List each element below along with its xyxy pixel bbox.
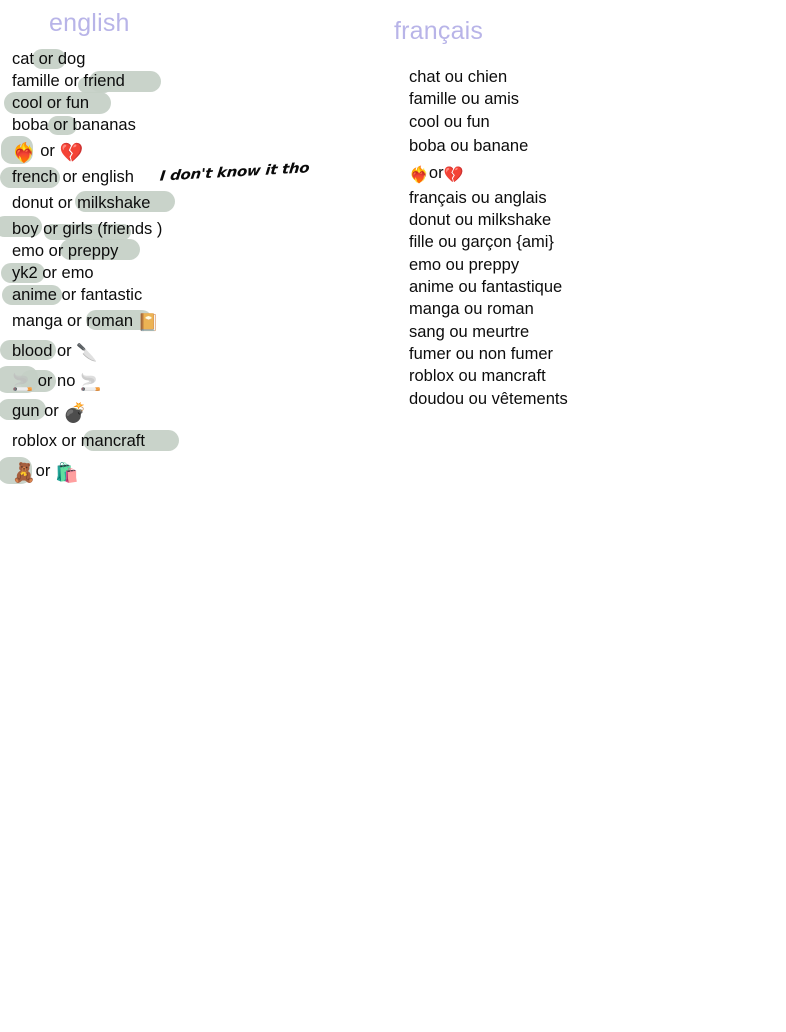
heart-on-fire-icon: ❤️‍🔥 [409, 166, 429, 184]
list-item: fille ou garçon {ami} [409, 231, 739, 253]
list-item: emo or preppy [0, 239, 360, 262]
list-item: donut or milkshake [0, 188, 360, 218]
list-item: doudou ou vêtements [409, 388, 739, 410]
knife-icon: 🔪 [76, 343, 98, 362]
list-item: famille ou amis [409, 88, 739, 110]
list-item: boba ou banane [409, 133, 739, 160]
english-column-title: english [49, 9, 130, 37]
francais-column-title: français [394, 17, 484, 45]
list-item-label: donut ou milkshake [409, 211, 552, 230]
list-item: cool or fun [0, 92, 360, 114]
list-item-label: roblox or mancraft [12, 432, 145, 450]
page-canvas: english français cat or dog famille or f… [0, 0, 786, 1032]
list-item: boy or girls (friends ) [0, 216, 360, 240]
list-item: cat or dog [0, 48, 360, 70]
list-item: blood or 🔪 [0, 336, 360, 366]
list-item-label: gun or [12, 402, 64, 420]
closed-book-icon: 📔 [137, 313, 159, 332]
list-item: anime ou fantastique [409, 276, 739, 298]
list-item-label: anime ou fantastique [409, 278, 563, 297]
list-item: cool ou fun [409, 111, 739, 133]
list-item-label: boba ou banane [409, 136, 529, 155]
list-item-label: or [428, 163, 444, 182]
list-item: 🧸or 🛍️ [0, 456, 360, 486]
list-item: boba or bananas [0, 114, 360, 136]
list-item: roblox or mancraft [0, 426, 360, 456]
list-item: ❤️‍🔥or💔 [409, 160, 739, 187]
list-item-label: roblox ou mancraft [409, 367, 546, 386]
list-item: roblox ou mancraft [409, 365, 739, 387]
list-item: chat ou chien [409, 66, 739, 88]
list-item: famille or friend [0, 70, 360, 93]
broken-heart-icon: 💔 [443, 166, 464, 184]
list-item: 🚬 or no 🚬 [0, 366, 360, 396]
list-item-label: cool ou fun [409, 112, 490, 131]
list-item-label: anime or fantastic [12, 286, 143, 304]
shopping-bags-icon: 🛍️ [54, 463, 79, 484]
cigarette-icon: 🚬 [79, 373, 102, 392]
list-item: donut ou milkshake [409, 209, 739, 231]
list-item-label: sang ou meurtre [409, 322, 530, 341]
list-item-label: famille or friend [12, 72, 125, 90]
list-item-label: fille ou garçon {ami} [409, 233, 554, 252]
list-item: yk2 or emo [0, 262, 360, 284]
list-item: manga or roman 📔 [0, 306, 360, 336]
list-item-label: emo or preppy [12, 242, 119, 260]
list-item: fumer ou non fumer [409, 343, 739, 365]
list-item-label: manga ou roman [409, 300, 534, 319]
list-item-label: emo ou preppy [409, 255, 520, 274]
list-item-label: chat ou chien [409, 68, 508, 86]
list-item-label: cat or dog [12, 50, 86, 68]
list-item: manga ou roman [409, 298, 739, 320]
list-item-label: donut or milkshake [12, 194, 151, 212]
list-item-label: famille ou amis [409, 90, 520, 109]
list-item-label: cool or fun [12, 94, 90, 112]
bomb-icon: 💣 [63, 403, 88, 424]
list-item: sang ou meurtre [409, 321, 739, 343]
cigarette-icon: 🚬 [12, 373, 34, 392]
heart-on-fire-icon: ❤️‍🔥 [12, 143, 36, 164]
english-list: cat or dog famille or friend cool or fun… [0, 48, 360, 486]
broken-heart-icon: 💔 [59, 143, 84, 164]
list-item: anime or fantastic [0, 284, 360, 306]
list-item: français ou anglais [409, 187, 739, 209]
list-item-label: boba or bananas [12, 116, 136, 134]
list-item-label: blood or [12, 342, 77, 360]
francais-list: chat ou chien famille ou amis cool ou fu… [409, 66, 739, 410]
list-item-label: yk2 or emo [12, 264, 94, 282]
list-item-label: or no [33, 372, 80, 390]
list-item-label: boy or girls (friends ) [12, 220, 163, 238]
list-item-label: or [35, 462, 55, 480]
list-item-label: or [35, 142, 60, 160]
list-item-label: french or english [12, 168, 134, 186]
list-item-label: manga or roman [12, 312, 138, 330]
list-item: emo ou preppy [409, 254, 739, 276]
list-item-label: fumer ou non fumer [409, 344, 553, 363]
list-item-label: doudou ou vêtements [409, 389, 568, 408]
teddy-bear-icon: 🧸 [12, 463, 36, 484]
list-item-label: français ou anglais [409, 188, 547, 207]
list-item: gun or 💣 [0, 396, 360, 426]
